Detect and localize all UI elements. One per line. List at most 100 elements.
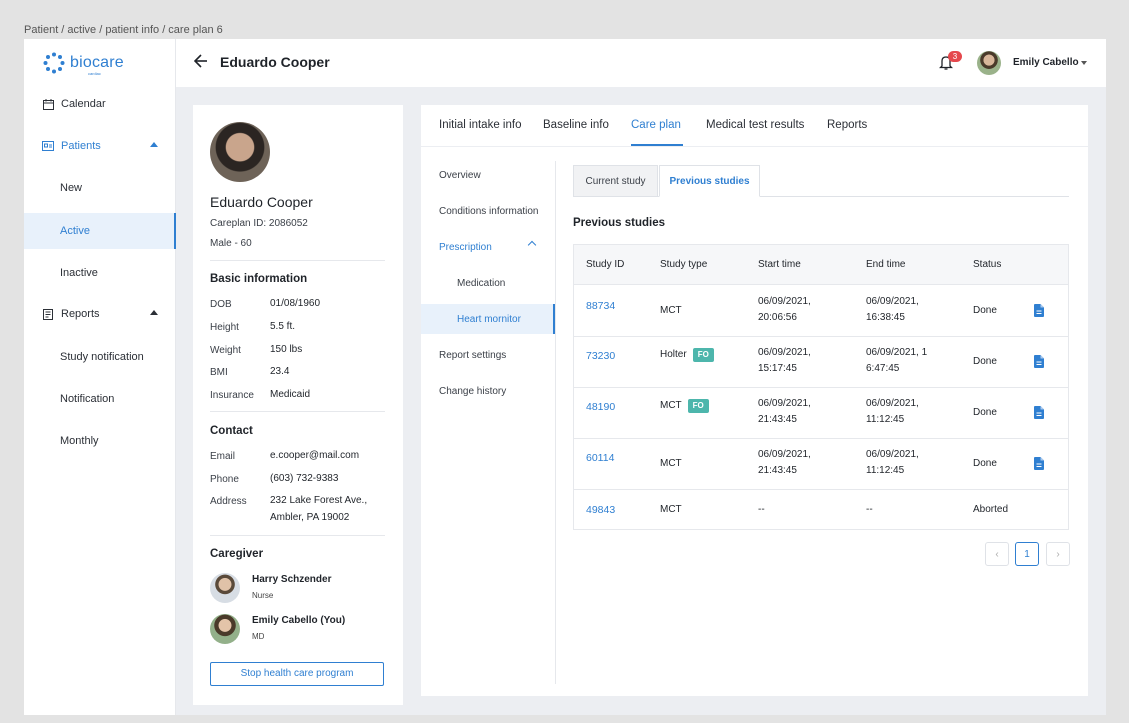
- end-date: 06/09/2021, 1: [866, 347, 928, 358]
- document-icon[interactable]: [1034, 304, 1044, 317]
- start-time: 06/09/2021, 21:43:45: [758, 396, 811, 428]
- notification-badge: 3: [948, 51, 962, 62]
- study-id-link[interactable]: 60114: [586, 450, 614, 466]
- subnav-change-history[interactable]: Change history: [421, 376, 555, 406]
- caregiver-avatar: [210, 614, 240, 644]
- stop-program-button[interactable]: Stop health care program: [210, 662, 384, 686]
- tab-reports[interactable]: Reports: [827, 119, 867, 131]
- divider: [210, 411, 385, 412]
- user-name[interactable]: Emily Cabello: [1013, 57, 1079, 68]
- study-type-label: MCT: [660, 400, 682, 411]
- study-type: MCT: [660, 504, 682, 515]
- calendar-icon: [42, 98, 54, 110]
- study-id-link[interactable]: 88734: [586, 298, 615, 314]
- dob-label: DOB: [210, 299, 232, 310]
- sidebar-item-notification[interactable]: Notification: [24, 381, 176, 417]
- subnav-overview[interactable]: Overview: [421, 160, 555, 190]
- end-time: 06/09/2021, 11:12:45: [866, 396, 919, 428]
- pagination-next-button[interactable]: ›: [1046, 542, 1070, 566]
- sidebar-item-label: Patients: [61, 140, 101, 152]
- subnav-report-settings[interactable]: Report settings: [421, 340, 555, 370]
- pagination-prev-button[interactable]: ‹: [985, 542, 1009, 566]
- tab-baseline-info[interactable]: Baseline info: [543, 119, 609, 131]
- user-avatar[interactable]: [977, 51, 1001, 75]
- caregiver-name: Harry Schzender: [252, 574, 332, 585]
- end-clock: 11:12:45: [866, 414, 905, 425]
- status: Done: [973, 407, 997, 418]
- end-time: 06/09/2021, 16:38:45: [866, 294, 919, 326]
- column-header: End time: [866, 259, 906, 270]
- start-time: --: [758, 504, 765, 515]
- sidebar-item-label: Study notification: [60, 351, 144, 363]
- tab-care-plan[interactable]: Care plan: [631, 119, 681, 131]
- phone-label: Phone: [210, 474, 239, 485]
- logo[interactable]: biocare cardiac: [42, 51, 124, 76]
- caret-down-icon[interactable]: [1081, 61, 1087, 65]
- divider: [210, 535, 385, 536]
- logo-icon: [43, 52, 65, 74]
- page-title: Eduardo Cooper: [220, 54, 330, 70]
- sidebar-item-inactive[interactable]: Inactive: [24, 255, 176, 291]
- start-clock: 15:17:45: [758, 363, 797, 374]
- basic-info-title: Basic information: [210, 273, 308, 285]
- back-arrow-icon[interactable]: [194, 54, 208, 68]
- top-header: Eduardo Cooper 3 Emily Cabello: [176, 39, 1106, 87]
- careplan-id: Careplan ID: 2086052: [210, 218, 308, 229]
- sidebar-item-label: Active: [60, 225, 90, 237]
- table-row[interactable]: 48190 MCT FO 06/09/2021, 21:43:45 06/09/20…: [574, 388, 1068, 439]
- subnav-divider: [555, 161, 556, 684]
- document-icon[interactable]: [1034, 406, 1044, 419]
- sidebar-item-reports[interactable]: Reports: [24, 296, 176, 332]
- subnav-heart-monitor[interactable]: Heart mornitor: [421, 304, 555, 334]
- pagination-page-button[interactable]: 1: [1015, 542, 1039, 566]
- study-type: MCT: [660, 305, 682, 316]
- phone-value: (603) 732-9383: [270, 473, 339, 484]
- sidebar-item-active[interactable]: Active: [24, 213, 176, 249]
- subnav-medication[interactable]: Medication: [421, 268, 555, 298]
- study-id-link[interactable]: 73230: [586, 348, 615, 364]
- study-type: MCT: [660, 458, 682, 469]
- weight-label: Weight: [210, 345, 241, 356]
- study-id-link[interactable]: 49843: [586, 502, 615, 518]
- email-label: Email: [210, 451, 236, 462]
- subnav-label: Heart mornitor: [457, 313, 521, 325]
- studies-table: Study ID Study type Start time End time …: [573, 244, 1069, 530]
- subtab-current-study[interactable]: Current study: [573, 165, 658, 197]
- table-row[interactable]: 49843 MCT -- -- Aborted: [574, 490, 1068, 529]
- sidebar-item-monthly[interactable]: Monthly: [24, 423, 176, 459]
- sidebar-item-new[interactable]: New: [24, 170, 176, 206]
- tab-medical-test-results[interactable]: Medical test results: [706, 119, 804, 131]
- end-time: 06/09/2021, 1 6:47:45: [866, 345, 927, 377]
- subnav-label: Conditions information: [439, 205, 539, 217]
- end-time: 06/09/2021, 11:12:45: [866, 447, 919, 479]
- table-row[interactable]: 88734 MCT 06/09/2021, 20:06:56 06/09/2021…: [574, 286, 1068, 337]
- study-type-label: Holter: [660, 349, 687, 360]
- sidebar-item-patients[interactable]: Patients: [24, 128, 176, 164]
- study-id-link[interactable]: 48190: [586, 399, 615, 415]
- sidebar-item-calendar[interactable]: Calendar: [24, 86, 176, 122]
- table-row[interactable]: 60114 MCT 06/09/2021, 21:43:45 06/09/2021…: [574, 439, 1068, 490]
- start-date: 06/09/2021,: [758, 449, 811, 460]
- subnav-label: Medication: [457, 277, 506, 289]
- end-time: --: [866, 504, 873, 515]
- status: Done: [973, 305, 997, 316]
- sidebar-item-study-notification[interactable]: Study notification: [24, 339, 176, 375]
- start-time: 06/09/2021, 21:43:45: [758, 447, 811, 479]
- document-icon[interactable]: [1034, 457, 1044, 470]
- start-clock: 20:06:56: [758, 312, 797, 323]
- end-clock: 11:12:45: [866, 465, 905, 476]
- document-icon[interactable]: [1034, 355, 1044, 368]
- contact-title: Contact: [210, 425, 253, 437]
- bmi-value: 23.4: [270, 366, 290, 377]
- start-date: 06/09/2021,: [758, 296, 811, 307]
- start-clock: 21:43:45: [758, 414, 797, 425]
- tab-initial-intake[interactable]: Initial intake info: [439, 119, 521, 131]
- column-header: Study type: [660, 259, 708, 270]
- caregiver-role: Nurse: [252, 591, 274, 600]
- caret-up-icon: [150, 142, 158, 147]
- subnav-conditions-information[interactable]: Conditions information: [421, 196, 555, 226]
- patient-card: Eduardo Cooper Careplan ID: 2086052 Male…: [193, 105, 403, 705]
- table-row[interactable]: 73230 Holter FO 06/09/2021, 15:17:45 06/09…: [574, 337, 1068, 388]
- subtab-previous-studies[interactable]: Previous studies: [659, 165, 760, 197]
- subnav-prescription[interactable]: Prescription: [421, 232, 555, 262]
